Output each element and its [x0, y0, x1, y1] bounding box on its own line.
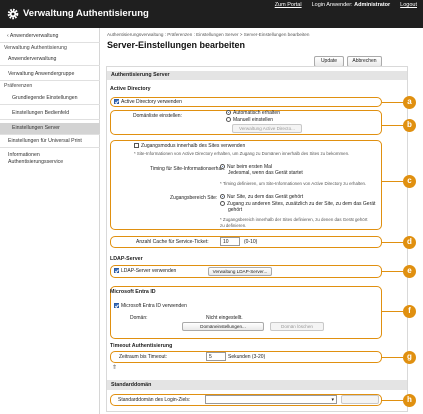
domain-delete-button[interactable]: Domän löschen — [270, 322, 324, 331]
section-std-domain: Standarddomän — [107, 380, 407, 390]
manage-ldap-button[interactable]: Verwaltung LDAP-Server... — [208, 267, 272, 276]
timing-note: * Timing definieren, um Site-Information… — [220, 181, 367, 186]
callout-line-f — [382, 311, 403, 313]
entra-domain-label: Domän: — [130, 315, 148, 321]
callout-line-b — [382, 125, 403, 127]
ldap-heading: LDAP-Server — [110, 256, 143, 262]
cache-input[interactable]: 10 — [220, 237, 240, 246]
scope-note-2: zu definieren. — [220, 223, 247, 228]
gear-icon — [7, 8, 19, 20]
callout-line-g — [382, 357, 403, 359]
page-title: Server-Einstellungen bearbeiten — [107, 40, 246, 50]
entra-heading: Microsoft Entra ID — [110, 289, 156, 295]
callout-line-e — [382, 271, 403, 273]
sidebar-item-auth-service-info[interactable]: Informationen Authentisierungsservice — [0, 152, 95, 165]
sidebar: ‹ Anwenderverwaltung Verwaltung Authenti… — [0, 28, 100, 414]
timing-label: Timing für Site-Informationserhalt: — [150, 166, 226, 172]
login-user-label: Login Anwender: — [311, 2, 353, 8]
domain-settings-button[interactable]: Domäneinstellungen... — [182, 322, 264, 331]
badge-a: a — [403, 96, 416, 109]
chevron-down-icon: ▾ — [331, 397, 334, 403]
timeout-heading: Timeout Authentisierung — [110, 343, 173, 349]
std-domain-button[interactable] — [341, 395, 379, 404]
timeout-label: Zeitraum bis Timeout: — [119, 354, 168, 360]
cache-range: (0-10) — [244, 239, 258, 245]
section-auth-server: Authentisierung Server — [107, 71, 407, 80]
timeout-input[interactable]: 5 — [206, 352, 226, 361]
timing-option-2: Jedesmal, wenn das Gerät startet — [228, 170, 303, 176]
badge-c: c — [403, 175, 416, 188]
std-domain-select[interactable]: ▾ — [205, 395, 337, 404]
app-header: Verwaltung Authentisierung Zum Portal Lo… — [0, 0, 423, 28]
entra-domain-value: Nicht eingestellt. — [206, 315, 243, 321]
chevron-up-icon[interactable]: ⇑ — [112, 365, 117, 372]
callout-line-a — [382, 102, 403, 104]
badge-h: h — [403, 394, 416, 407]
badge-d: d — [403, 236, 416, 249]
sidebar-item-universal-print[interactable]: Einstellungen für Universal Print — [0, 138, 100, 145]
std-domain-label: Standarddomän des Login-Ziels: — [118, 397, 191, 403]
manage-ad-button[interactable]: Verwaltung Active Directo... — [232, 124, 302, 133]
callout-line-h — [382, 400, 403, 402]
ldap-use-checkbox[interactable]: LDAP-Server verwenden — [114, 268, 176, 274]
sidebar-item-panel-settings[interactable]: Einstellungen Bedienfeld — [0, 110, 100, 117]
cache-label: Anzahl Cache für Service-Ticket: — [136, 239, 209, 245]
sidebar-item-basic-settings[interactable]: Grundlegende Einstellungen — [0, 95, 100, 102]
scope-option-2-cont: gehört — [228, 207, 243, 213]
ad-use-checkbox[interactable]: Active Directory verwenden — [114, 99, 182, 105]
scope-label: Zugangsbereich Site: — [170, 195, 218, 201]
scope-option-1[interactable]: Nur Site, zu dem das Gerät gehört — [220, 194, 303, 200]
callout-line-c — [382, 181, 403, 183]
logout-link[interactable]: Logout — [400, 2, 417, 8]
sidebar-item-user-management[interactable]: Anwenderverwaltung — [0, 56, 100, 63]
scope-note: * Zugangsbereich innerhalb der Sites def… — [220, 217, 368, 222]
breadcrumb: Authentisierungsverwaltung : Präferenzen… — [107, 32, 310, 37]
sidebar-item-auth-management[interactable]: Verwaltung Authentisierung — [0, 45, 100, 52]
sidebar-back-link[interactable]: ‹ Anwenderverwaltung — [3, 33, 103, 40]
site-note: * Site-Informationen von Active Director… — [134, 151, 350, 156]
badge-b: b — [403, 119, 416, 132]
sidebar-item-server-settings[interactable]: Einstellungen Server — [0, 123, 100, 134]
site-mode-checkbox[interactable]: Zugangsmodus innerhalb des Sites verwend… — [134, 143, 245, 149]
badge-e: e — [403, 265, 416, 278]
portal-link[interactable]: Zum Portal — [275, 2, 302, 8]
radio-manual[interactable]: Manuell einstellen — [226, 117, 273, 123]
sidebar-item-group-management[interactable]: Verwaltung Anwendergruppe — [0, 71, 100, 78]
app-title: Verwaltung Authentisierung — [23, 8, 149, 19]
domain-list-label: Domänliste einstellen: — [133, 113, 182, 119]
callout-line-d — [382, 242, 403, 244]
ad-heading: Active Directory — [110, 86, 151, 92]
radio-auto[interactable]: Automatisch erhalten — [226, 110, 280, 116]
entra-use-checkbox[interactable]: Microsoft Entra ID verwenden — [114, 303, 187, 309]
timeout-unit: Sekunden (3-20) — [228, 354, 266, 360]
badge-g: g — [403, 351, 416, 364]
scope-option-2[interactable]: Zugang zu anderen Sites, zusätzlich zu d… — [220, 201, 375, 207]
login-user-name: Administrator — [354, 2, 391, 8]
badge-f: f — [403, 305, 416, 318]
sidebar-item-preferences[interactable]: Präferenzen — [0, 83, 100, 90]
